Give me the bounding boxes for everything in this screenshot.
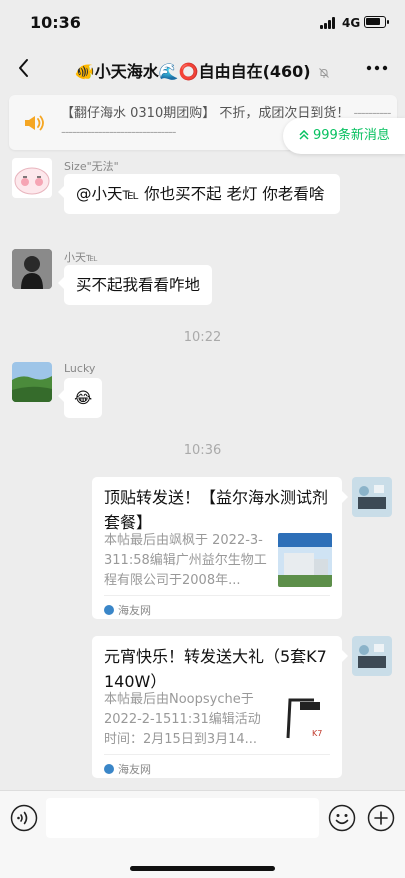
back-button[interactable]: [12, 54, 40, 82]
sender-name: Size"无法": [64, 160, 119, 173]
card-source-name: 海友网: [118, 763, 151, 776]
avatar[interactable]: [12, 362, 52, 402]
card-title: 顶贴转发送！【益尔海水测试剂套餐】: [104, 488, 329, 532]
status-bar: 10:36 4G: [0, 0, 405, 46]
message-row: Size"无法" @小天℡ 你也买不起 老灯 你老看啥: [12, 158, 397, 238]
card-source: 海友网: [104, 761, 151, 777]
building-photo-icon: [278, 533, 332, 587]
voice-icon: [10, 804, 38, 832]
chevron-left-icon: [19, 59, 28, 77]
more-dots-icon: [366, 65, 388, 71]
landscape-photo-icon: [12, 362, 52, 402]
svg-text:K7: K7: [312, 729, 322, 738]
status-time: 10:36: [30, 13, 81, 32]
card-thumbnail: K7: [278, 692, 332, 746]
chat-title-text: 🐠小天海水🌊⭕自由自在(460): [74, 62, 311, 81]
signal-icon: [320, 17, 338, 29]
more-actions-button[interactable]: [367, 804, 395, 832]
card-divider: [104, 754, 330, 755]
card-thumbnail: [278, 533, 332, 587]
aquarium-photo-icon: [352, 477, 392, 517]
new-messages-button[interactable]: 999条新消息: [283, 118, 405, 154]
card-description: 本帖最后由Noopsyche于2022-2-1511:31编辑活动时间：2月15…: [104, 692, 261, 747]
cartoon-face-icon: [14, 167, 50, 195]
message-bubble[interactable]: 买不起我看看咋地: [57, 265, 213, 305]
card-description: 本帖最后由飒枫于 2022-3-311:58编辑广州益尔生物工程有限公司于200…: [104, 533, 267, 588]
input-bar: [0, 790, 405, 878]
voice-button[interactable]: [10, 804, 38, 832]
card-source: 海友网: [104, 602, 151, 618]
source-logo-icon: [104, 764, 114, 774]
message-bubble[interactable]: @小天℡ 你也买不起 老灯 你老看啥: [58, 174, 340, 214]
source-logo-icon: [104, 605, 114, 615]
sender-name: 小天℡: [64, 251, 98, 264]
avatar[interactable]: [352, 636, 392, 676]
link-card[interactable]: 元宵快乐！转发送大礼（5套K7 140W） 本帖最后由Noopsyche于202…: [92, 636, 348, 778]
aquarium-photo-icon: [352, 636, 392, 676]
emoji-icon: [328, 804, 356, 832]
link-card[interactable]: 顶贴转发送！【益尔海水测试剂套餐】 本帖最后由飒枫于 2022-3-311:58…: [92, 477, 348, 619]
network-label: 4G: [342, 16, 361, 30]
chat-header: 🐠小天海水🌊⭕自由自在(460): [0, 46, 405, 92]
chat-title: 🐠小天海水🌊⭕自由自在(460): [50, 58, 355, 82]
sender-name: Lucky: [64, 362, 96, 375]
new-messages-label: 999条新消息: [313, 128, 390, 143]
message-input[interactable]: [46, 798, 319, 838]
speaker-icon: [25, 115, 44, 131]
double-chevron-up-icon: [299, 130, 309, 140]
avatar[interactable]: [12, 249, 52, 289]
card-title: 元宵快乐！转发送大礼（5套K7 140W）: [104, 647, 327, 691]
person-photo-icon: [12, 249, 52, 289]
emoji-button[interactable]: [328, 804, 356, 832]
home-indicator: [130, 866, 275, 871]
more-button[interactable]: [362, 54, 392, 82]
time-divider: 10:36: [183, 443, 222, 458]
message-row: Lucky 😂: [12, 362, 397, 422]
avatar[interactable]: [12, 158, 52, 198]
card-source-name: 海友网: [118, 604, 151, 617]
battery-icon: [364, 16, 389, 28]
bell-off-icon: [319, 67, 330, 78]
plus-icon: [367, 804, 395, 832]
message-bubble[interactable]: 😂: [57, 378, 103, 418]
aquarium-lamp-icon: K7: [278, 692, 332, 746]
avatar[interactable]: [352, 477, 392, 517]
message-row: 小天℡ 买不起我看看咋地: [12, 249, 397, 309]
card-divider: [104, 595, 330, 596]
time-divider: 10:22: [183, 330, 222, 345]
